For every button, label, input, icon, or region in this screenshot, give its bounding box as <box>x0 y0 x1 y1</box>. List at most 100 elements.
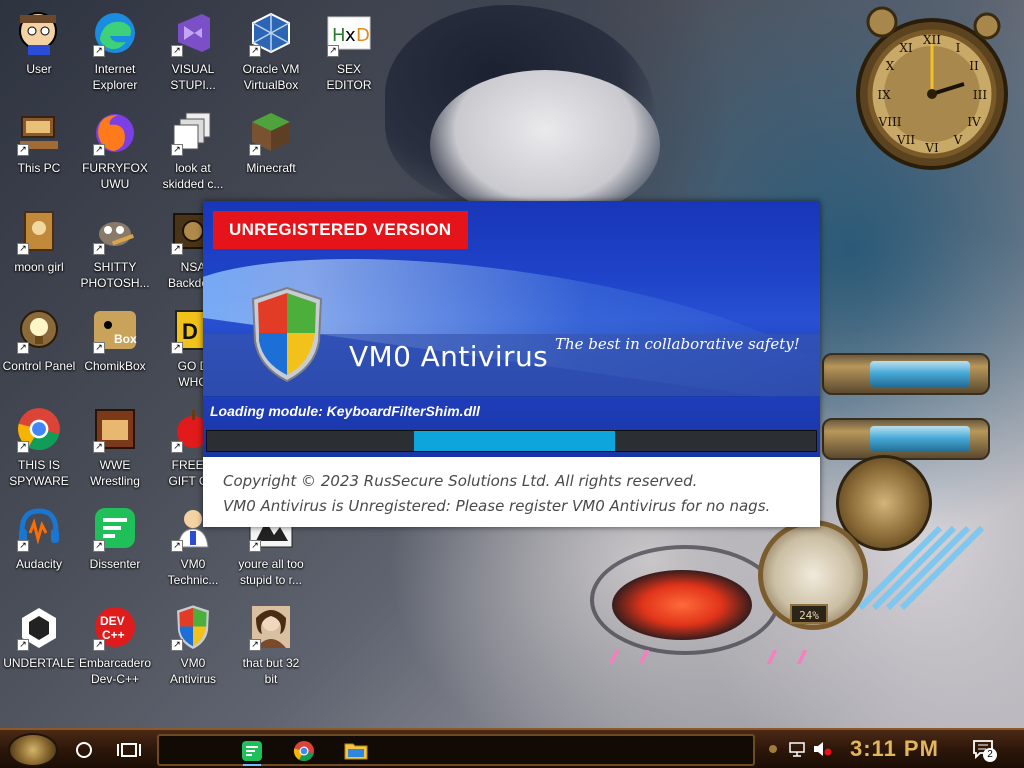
desktop-icon[interactable]: ↗ moon girl <box>0 203 80 295</box>
chrome-icon: ↗ <box>15 405 63 453</box>
svg-text:I: I <box>956 41 961 55</box>
audacity-icon: ↗ <box>15 504 63 552</box>
shortcut-arrow-icon: ↗ <box>249 639 261 651</box>
desktop-icon-label: youre all too stupid to r... <box>238 557 304 587</box>
gear-icon[interactable] <box>768 744 778 754</box>
shortcut-arrow-icon: ↗ <box>171 243 183 255</box>
gimp-icon: ↗ <box>91 207 139 255</box>
desktop-icon[interactable]: ↗ Audacity <box>0 500 80 592</box>
shield-icon: ↗ <box>169 603 217 651</box>
desktop-icon[interactable]: Hx D ↗ SEX EDITOR <box>308 5 390 97</box>
svg-text:V: V <box>953 133 963 147</box>
desktop-icon-label: VM0 Technic... <box>167 557 219 587</box>
desktop-icon[interactable]: ↗ VM0 Antivirus <box>152 599 234 691</box>
start-button[interactable] <box>8 733 58 767</box>
portrait-icon: ↗ <box>247 603 295 651</box>
shortcut-arrow-icon: ↗ <box>93 540 105 552</box>
desktop-icon[interactable]: ↗ THIS IS SPYWARE <box>0 401 80 493</box>
splash-footer: Copyright © 2023 RusSecure Solutions Ltd… <box>203 457 820 527</box>
steampunk-tube-meter <box>822 418 990 460</box>
shortcut-arrow-icon: ↗ <box>249 540 261 552</box>
svg-text:VI: VI <box>924 141 939 155</box>
desktop-icon[interactable]: ↗ SHITTY PHOTOSH... <box>74 203 156 295</box>
lightbulb-icon: ↗ <box>15 306 63 354</box>
desktop-icon-label: This PC <box>17 161 61 175</box>
svg-text:x: x <box>345 25 356 46</box>
virtualbox-icon: ↗ <box>247 9 295 57</box>
desktop-icon-label: FURRYFOX UWU <box>82 161 148 191</box>
edge-browser-icon: ↗ <box>91 9 139 57</box>
desktop-icon-label: VISUAL STUPI... <box>170 62 216 92</box>
hex-editor-icon: Hx D ↗ <box>325 9 373 57</box>
svg-text:VII: VII <box>896 133 915 147</box>
desktop-icon-label: Control Panel <box>2 359 76 373</box>
desktop-icon[interactable]: ↗ Control Panel <box>0 302 80 394</box>
shortcut-arrow-icon: ↗ <box>171 144 183 156</box>
dissenter-icon <box>242 741 262 761</box>
desktop-icon[interactable]: User <box>0 5 80 97</box>
minecraft-block-icon: ↗ <box>247 108 295 156</box>
desktop-icon[interactable]: Box ↗ ChomikBox <box>74 302 156 394</box>
desktop-icon[interactable]: ↗ FURRYFOX UWU <box>74 104 156 196</box>
loading-status-text: Loading module: KeyboardFilterShim.dll <box>210 403 480 419</box>
desktop-icon[interactable]: DEV C++ ↗ Embarcadero Dev-C++ <box>74 599 156 691</box>
visual-studio-icon: ↗ <box>169 9 217 57</box>
desktop-icon-label: Embarcadero Dev-C++ <box>78 656 152 686</box>
desktop-icon[interactable]: ↗ Minecraft <box>230 104 312 196</box>
taskbar-app-tray <box>157 734 755 766</box>
taskbar-chrome[interactable] <box>287 738 321 764</box>
svg-text:III: III <box>973 88 987 102</box>
shortcut-arrow-icon: ↗ <box>17 342 29 354</box>
shortcut-arrow-icon: ↗ <box>171 441 183 453</box>
copy-files-icon: ↗ <box>169 108 217 156</box>
desktop-icon-label: that but 32 bit <box>242 656 300 686</box>
desktop-icon[interactable]: ↗ VISUAL STUPI... <box>152 5 234 97</box>
svg-text:D: D <box>356 25 370 46</box>
product-name: VM0 Antivirus <box>349 340 549 373</box>
taskbar-dissenter[interactable] <box>235 738 269 766</box>
steampunk-clock-widget[interactable]: XIIIIIVIIX IIIIVV VIIVIIIXXI <box>852 4 1010 172</box>
desktop-icon-label: SHITTY PHOTOSH... <box>80 260 150 290</box>
desktop-icon[interactable]: ↗ Dissenter <box>74 500 156 592</box>
desktop-icon-label: WWE Wrestling <box>90 458 140 488</box>
wallpaper-pink-mark <box>766 650 808 664</box>
desktop-icon-label: ChomikBox <box>84 359 146 373</box>
network-icon[interactable] <box>788 740 806 758</box>
shortcut-arrow-icon: ↗ <box>171 639 183 651</box>
desktop-icon[interactable]: ↗ This PC <box>0 104 80 196</box>
shield-icon <box>251 286 323 383</box>
splash-banner: UNREGISTERED VERSION VM0 Antivirus The b… <box>203 201 820 410</box>
desktop-icon-label: moon girl <box>14 260 64 274</box>
firefox-icon: ↗ <box>91 108 139 156</box>
tome-icon: ↗ <box>15 207 63 255</box>
desktop-icon[interactable]: ↗ Oracle VM VirtualBox <box>230 5 312 97</box>
svg-text:IV: IV <box>967 115 981 129</box>
desktop-icon[interactable]: ↗ look at skidded c... <box>152 104 234 196</box>
desktop-icon[interactable]: ↗ Internet Explorer <box>74 5 156 97</box>
antivirus-splash-window: UNREGISTERED VERSION VM0 Antivirus The b… <box>203 201 820 527</box>
desktop-icon-label: THIS IS SPYWARE <box>9 458 69 488</box>
shortcut-arrow-icon: ↗ <box>93 342 105 354</box>
gauge-percent-readout: 24% <box>790 604 828 624</box>
desktop-icon[interactable]: ↗ WWE Wrestling <box>74 401 156 493</box>
devcpp-icon: DEV C++ ↗ <box>91 603 139 651</box>
task-view-icon[interactable] <box>114 736 144 764</box>
svg-text:XI: XI <box>899 41 913 55</box>
shortcut-arrow-icon: ↗ <box>171 540 183 552</box>
volume-muted-icon[interactable] <box>812 740 832 758</box>
dissenter-icon: ↗ <box>91 504 139 552</box>
desktop-icon-label: Internet Explorer <box>92 62 138 92</box>
svg-text:IX: IX <box>877 88 891 102</box>
shortcut-arrow-icon: ↗ <box>17 243 29 255</box>
desktop-icon-label: VM0 Antivirus <box>169 656 216 686</box>
desktop-icon[interactable]: ↗ UNDERTALE <box>0 599 80 691</box>
copyright-text: Copyright © 2023 RusSecure Solutions Ltd… <box>223 472 698 490</box>
shortcut-arrow-icon: ↗ <box>171 342 183 354</box>
shortcut-arrow-icon: ↗ <box>249 45 261 57</box>
taskbar-clock[interactable]: 3:11 PM <box>850 736 939 762</box>
desktop-icon[interactable]: ↗ that but 32 bit <box>230 599 312 691</box>
search-circle-icon[interactable] <box>70 736 98 764</box>
folder-icon <box>344 743 368 760</box>
taskbar-file-explorer[interactable] <box>339 738 373 764</box>
shortcut-arrow-icon: ↗ <box>17 441 29 453</box>
